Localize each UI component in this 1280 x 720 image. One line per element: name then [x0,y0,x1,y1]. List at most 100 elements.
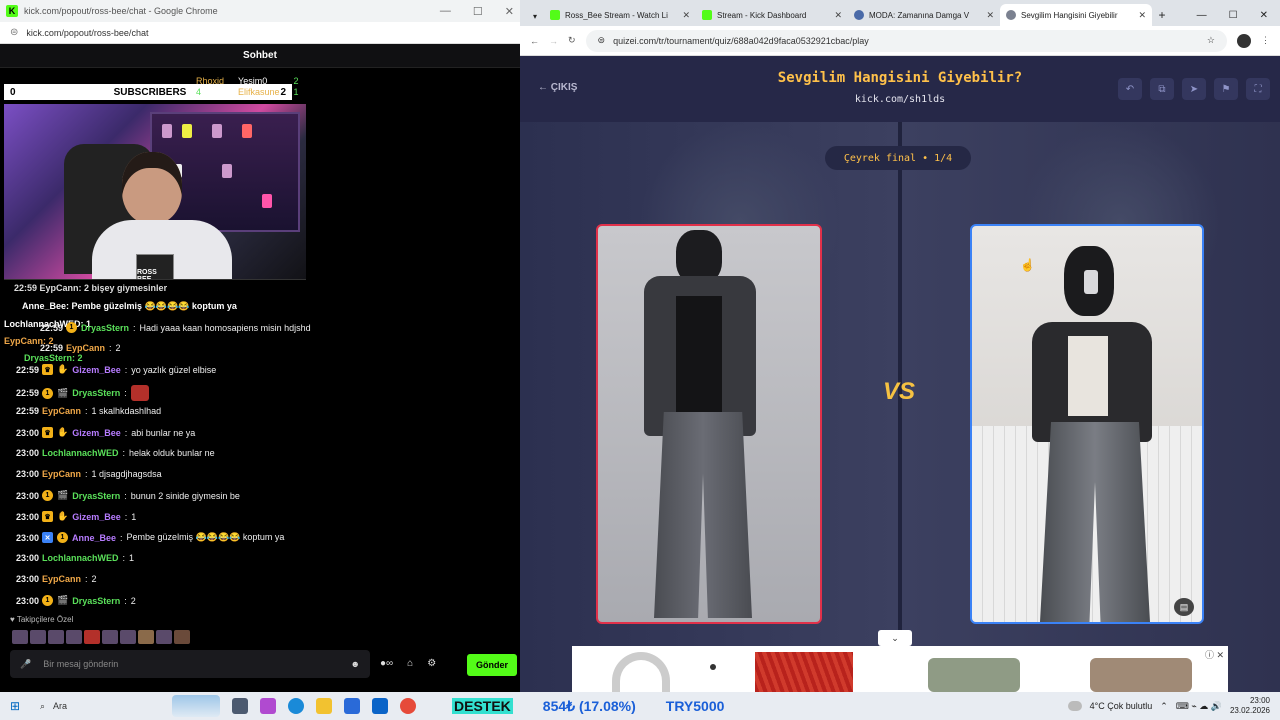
emote-icon[interactable] [120,630,136,644]
reload-icon[interactable]: ↻ [568,35,576,46]
emote-icon[interactable] [138,630,154,644]
copilot-icon[interactable] [260,698,276,714]
chat-username[interactable]: EypCann [42,469,81,479]
chat-text: abi bunlar ne ya [131,427,196,438]
ad-product[interactable] [612,652,670,692]
browser-tab[interactable]: Stream - Kick Dashboard ✕ [696,4,848,26]
emote-icon[interactable] [12,630,28,644]
ad-product[interactable] [928,658,1020,692]
emote-bar[interactable] [12,630,190,644]
chat-username[interactable]: Anne_Bee [72,533,116,543]
forward-icon[interactable]: → [549,36,558,46]
menu-icon[interactable]: ⋮ [1261,35,1270,46]
site-info-icon[interactable]: ⊜ [10,27,18,38]
send-button[interactable]: Gönder [467,654,517,676]
close-tab-icon[interactable]: ✕ [682,10,690,21]
address-bar[interactable]: ⊜ quizei.com/tr/tournament/quiz/688a042d… [585,29,1227,52]
chat-username[interactable]: Gizem_Bee [72,365,121,375]
chat-username[interactable]: Gizem_Bee [72,428,121,438]
chat-username[interactable]: DryasStern [72,388,120,398]
chat-username[interactable]: EypCann [66,343,105,353]
new-tab-button[interactable]: + [1152,4,1172,26]
chat-message: 23:00 ✕ 1 Anne_Bee: Pembe güzelmiş 😂😂😂😂 … [16,532,285,543]
emote-icon[interactable] [156,630,172,644]
emote-icon[interactable] [102,630,118,644]
matchup-stage: Çeyrek final • 1/4 VS ▤ ☝ [520,122,1280,692]
browser-tab[interactable]: Ross_Bee Stream - Watch Li ✕ [544,4,696,26]
chat-username[interactable]: Gizem_Bee [72,512,121,522]
undo-icon[interactable]: ↶ [1118,78,1142,100]
minimize-button[interactable]: — [1197,10,1207,21]
chrome-icon[interactable] [400,698,416,714]
points-icon[interactable]: ●∞ [380,658,393,669]
taskbar: ⊞ ⌕ Ara DESTEK 854₺ (17.08%) TRY5000 4°C… [0,692,1280,720]
site-info-icon[interactable]: ⊜ [598,35,606,46]
browser-tab[interactable]: MODA: Zamanına Damga V ✕ [848,4,1000,26]
ad-close-icon[interactable]: ⓘ ✕ [1205,648,1224,661]
store-icon[interactable]: ⌂ [407,658,413,669]
expand-chevron-icon[interactable]: ⌄ [878,630,912,646]
start-button[interactable]: ⊞ [0,699,30,713]
tray-icons[interactable]: ⌨ ⌁ ☁ 🔊 [1176,701,1222,712]
emote-icon[interactable] [66,630,82,644]
profile-avatar[interactable] [1237,33,1251,48]
flag-icon[interactable]: ⚑ [1214,78,1238,100]
fullscreen-icon[interactable]: ⛶ [1246,78,1270,100]
maximize-button[interactable]: ☐ [1229,10,1238,21]
copy-icon[interactable]: ⧉ [1150,78,1174,100]
left-address-bar[interactable]: ⊜ kick.com/popout/ross-bee/chat [0,22,520,44]
chat-username[interactable]: EypCann [42,406,81,416]
store-icon[interactable] [344,698,360,714]
share-icon[interactable]: ➤ [1182,78,1206,100]
edge-icon[interactable] [288,698,304,714]
chat-username[interactable]: EypCann [42,574,81,584]
option-card-left[interactable] [596,224,822,624]
ad-product[interactable] [1090,658,1192,692]
chat-username[interactable]: DryasStern [72,596,120,606]
minimize-button[interactable]: — [440,5,451,18]
close-button[interactable]: ✕ [505,5,514,18]
widget-icon[interactable] [172,695,220,717]
close-tab-icon[interactable]: ✕ [986,10,994,21]
address-bar-row: ← → ↻ ⊜ quizei.com/tr/tournament/quiz/68… [520,26,1280,56]
close-tab-icon[interactable]: ✕ [1138,10,1146,21]
emote-icon[interactable] [174,630,190,644]
message-input[interactable]: 🎤 Bir mesaj gönderin ☻ [10,650,370,678]
weather-text[interactable]: 4°C Çok bulutlu [1090,701,1153,711]
close-button[interactable]: ✕ [1260,10,1268,21]
back-icon[interactable]: ← [530,36,539,46]
advertisement[interactable]: ⓘ ✕ [572,646,1228,692]
clock[interactable]: 23:00 23.02.2026 [1230,696,1270,716]
ticker-item: 854₺ (17.08%) [542,697,636,714]
close-tab-icon[interactable]: ✕ [834,10,842,21]
emoji-icon[interactable]: ☻ [351,659,360,669]
chat-message: 23:00 LochlannachWED: 1 [16,553,135,563]
emote-icon[interactable] [30,630,46,644]
chat-message: 23:00 1 🎬 DryasStern: 2 [16,595,136,606]
chevron-up-icon[interactable]: ⌃ [1160,701,1168,712]
leader-value: 4 [196,87,202,97]
tab-search-icon[interactable]: ▾ [526,6,544,26]
mic-icon[interactable]: 🎤 [20,659,31,670]
settings-icon[interactable]: ⚙ [427,658,436,669]
browser-tab-active[interactable]: Sevgilim Hangisini Giyebilir ✕ [1000,4,1152,26]
stream-logo: ROSS BEE [136,254,174,279]
info-icon[interactable]: ▤ [1174,598,1194,616]
explorer-icon[interactable] [316,698,332,714]
cursor-icon: ☝ [1020,258,1035,272]
option-card-right[interactable]: ▤ [970,224,1204,624]
chat-username[interactable]: LochlannachWED [42,448,119,458]
chat-message: 22:59 ♛ ✋ Gizem_Bee: yo yazlık güzel elb… [16,364,217,375]
chat-username[interactable]: DryasStern [81,323,129,333]
chat-text: helak olduk bunlar ne [129,448,215,458]
emote-icon[interactable] [84,630,100,644]
outlook-icon[interactable] [372,698,388,714]
emote-icon[interactable] [48,630,64,644]
badge-icon: 1 [42,387,53,399]
maximize-button[interactable]: ☐ [473,5,483,18]
bookmark-icon[interactable]: ☆ [1207,35,1215,46]
task-view-icon[interactable] [232,698,248,714]
chat-username[interactable]: DryasStern [72,491,120,501]
ad-product[interactable] [755,652,853,692]
chat-username[interactable]: LochlannachWED [42,553,119,563]
